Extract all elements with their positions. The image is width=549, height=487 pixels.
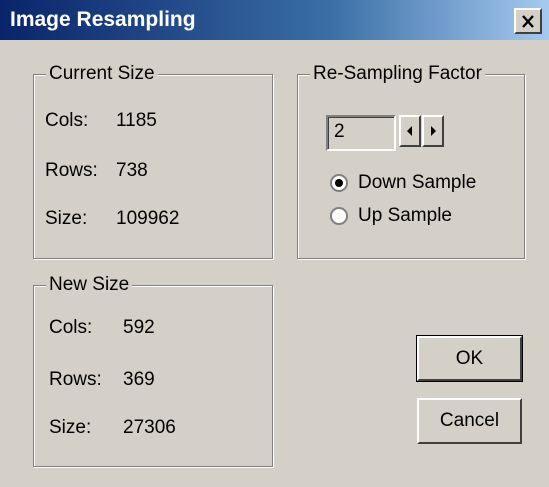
new-cols-value: 592 (123, 317, 155, 338)
cancel-button[interactable]: Cancel (417, 398, 522, 444)
current-cols-label: Cols: (45, 110, 89, 131)
current-size-legend: Current Size (46, 62, 158, 86)
new-size-value: 27306 (123, 417, 176, 438)
spin-decrease-button[interactable] (399, 115, 421, 147)
current-rows-label: Rows: (45, 160, 98, 181)
up-sample-option[interactable]: Up Sample (330, 202, 452, 230)
current-size-label: Size: (45, 208, 88, 229)
resampling-factor-legend: Re-Sampling Factor (310, 62, 485, 86)
current-cols-value: 1185 (116, 110, 157, 131)
image-resampling-dialog: Image Resampling Current Size Cols: 1185… (0, 0, 549, 487)
title-bar[interactable]: Image Resampling (0, 0, 549, 40)
spin-increase-button[interactable] (422, 115, 444, 147)
down-sample-radio[interactable] (330, 174, 348, 192)
new-rows-value: 369 (123, 369, 155, 390)
current-size-value: 109962 (116, 208, 180, 229)
close-icon (522, 14, 534, 28)
new-size-label: Size: (49, 417, 92, 438)
ok-button[interactable]: OK (416, 335, 523, 382)
new-cols-label: Cols: (49, 317, 93, 338)
resampling-factor-group: Re-Sampling Factor 2 Down Sample Up Samp… (297, 62, 525, 259)
factor-input[interactable]: 2 (326, 115, 396, 151)
new-size-legend: New Size (46, 273, 133, 297)
current-rows-value: 738 (116, 160, 148, 181)
down-sample-label: Down Sample (358, 172, 477, 193)
up-sample-radio[interactable] (330, 207, 348, 225)
arrow-left-icon (407, 126, 412, 136)
up-sample-label: Up Sample (358, 205, 452, 226)
new-size-group: New Size Cols: 592 Rows: 369 Size: 27306 (33, 273, 273, 467)
arrow-right-icon (431, 126, 436, 136)
close-button[interactable] (514, 8, 542, 34)
down-sample-option[interactable]: Down Sample (330, 169, 476, 197)
new-rows-label: Rows: (49, 369, 102, 390)
current-size-group: Current Size Cols: 1185 Rows: 738 Size: … (33, 62, 273, 259)
window-title: Image Resampling (10, 8, 196, 31)
